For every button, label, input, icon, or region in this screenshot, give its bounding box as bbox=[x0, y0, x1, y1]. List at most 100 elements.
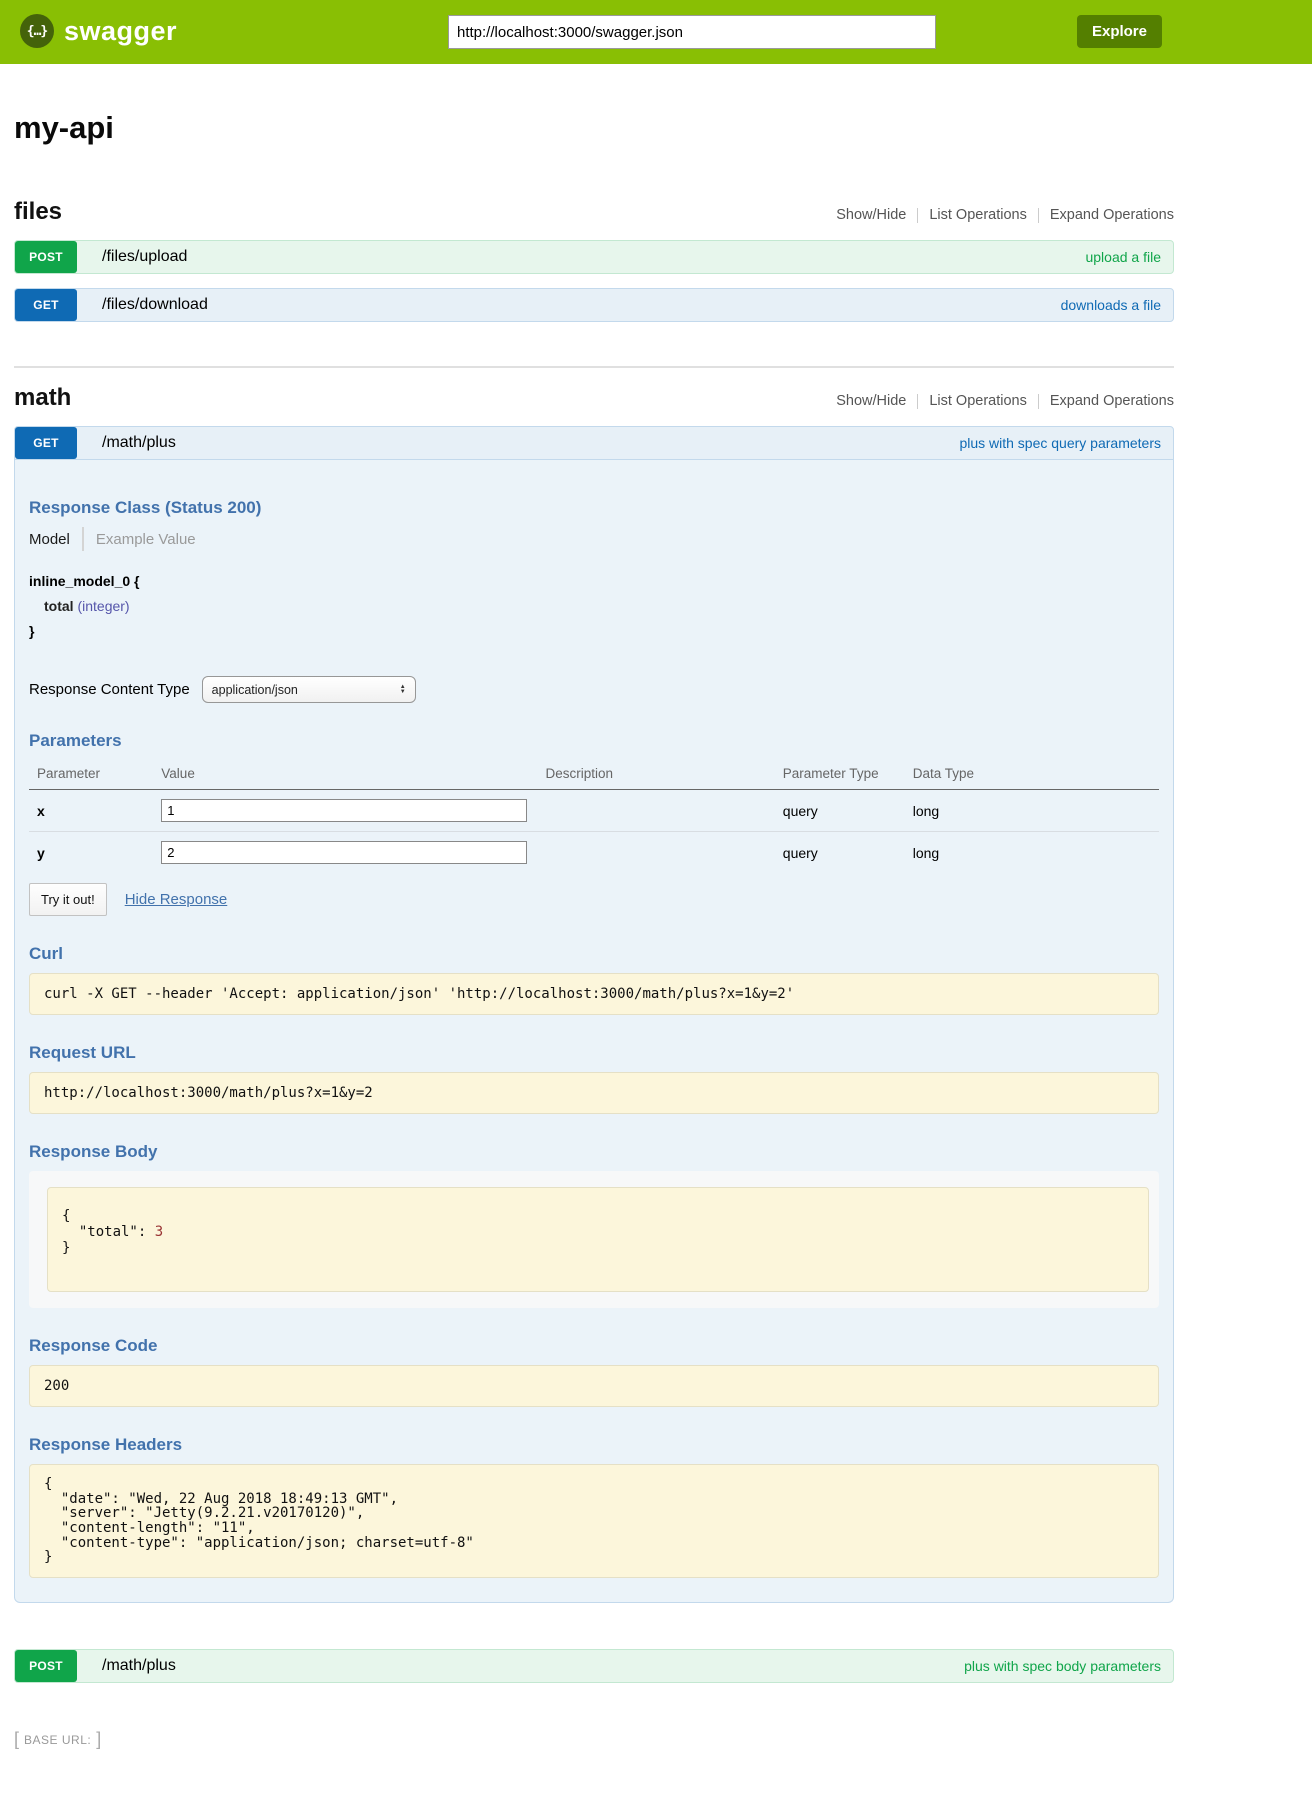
col-header-parameter-type: Parameter Type bbox=[775, 760, 905, 790]
parameters-heading: Parameters bbox=[29, 731, 1159, 751]
param-type-cell: query bbox=[775, 832, 905, 874]
param-description-cell bbox=[537, 832, 774, 874]
curl-command: curl -X GET --header 'Accept: applicatio… bbox=[44, 986, 1144, 1002]
param-data-type-cell: long bbox=[905, 832, 1159, 874]
page-title: my-api bbox=[14, 110, 1174, 146]
link-separator bbox=[1038, 208, 1039, 223]
try-it-out-row: Try it out! Hide Response bbox=[29, 883, 1159, 916]
col-header-data-type: Data Type bbox=[905, 760, 1159, 790]
select-spinner-arrows-icon: ▲▼ bbox=[400, 685, 406, 695]
model-signature-close: } bbox=[29, 619, 1159, 644]
json-close-brace: } bbox=[62, 1240, 70, 1256]
operation-row-get-math-plus[interactable]: GET /math/plus plus with spec query para… bbox=[14, 426, 1174, 460]
param-y-value-input[interactable] bbox=[161, 841, 527, 864]
math-section-controls: Show/Hide List Operations Expand Operati… bbox=[836, 393, 1174, 409]
explore-button[interactable]: Explore bbox=[1077, 15, 1162, 48]
math-list-operations-link[interactable]: List Operations bbox=[929, 393, 1027, 409]
base-url-bracket-close: ] bbox=[96, 1729, 101, 1750]
post-method-badge[interactable]: POST bbox=[15, 241, 77, 273]
files-section-header: files Show/Hide List Operations Expand O… bbox=[14, 198, 1174, 226]
response-body-container: { "total": 3 } bbox=[29, 1171, 1159, 1308]
operation-path[interactable]: /math/plus bbox=[102, 1657, 176, 1675]
param-name: y bbox=[29, 832, 153, 874]
curl-heading: Curl bbox=[29, 944, 1159, 964]
json-total-key: "total": bbox=[62, 1224, 155, 1240]
operation-summary: upload a file bbox=[1085, 249, 1161, 265]
operation-summary: downloads a file bbox=[1061, 297, 1161, 313]
link-separator bbox=[917, 208, 918, 223]
response-body-heading: Response Body bbox=[29, 1142, 1159, 1162]
response-class-heading: Response Class (Status 200) bbox=[29, 498, 1159, 518]
files-section-controls: Show/Hide List Operations Expand Operati… bbox=[836, 207, 1174, 223]
param-type-cell: query bbox=[775, 790, 905, 832]
files-expand-operations-link[interactable]: Expand Operations bbox=[1050, 207, 1174, 223]
response-body-json: { "total": 3 } bbox=[62, 1208, 1134, 1256]
math-section-header: math Show/Hide List Operations Expand Op… bbox=[14, 384, 1174, 412]
math-section-title: math bbox=[14, 384, 71, 412]
model-signature: inline_model_0 { total (integer) } bbox=[29, 569, 1159, 644]
response-code: 200 bbox=[44, 1378, 1144, 1394]
files-list-operations-link[interactable]: List Operations bbox=[929, 207, 1027, 223]
content-wrap: my-api files Show/Hide List Operations E… bbox=[14, 110, 1174, 1810]
tab-model[interactable]: Model bbox=[29, 531, 70, 548]
model-property-name: total bbox=[44, 598, 74, 614]
files-show-hide-link[interactable]: Show/Hide bbox=[836, 207, 906, 223]
math-expand-operations-link[interactable]: Expand Operations bbox=[1050, 393, 1174, 409]
param-data-type-cell: long bbox=[905, 790, 1159, 832]
model-property-type: (integer) bbox=[77, 598, 129, 614]
hide-response-link[interactable]: Hide Response bbox=[125, 891, 228, 908]
base-url-label: BASE URL: bbox=[24, 1733, 91, 1747]
base-url-footer: [ BASE URL: ] bbox=[14, 1729, 1174, 1750]
base-url-bracket-open: [ bbox=[14, 1729, 19, 1750]
col-header-value: Value bbox=[153, 760, 537, 790]
swagger-logo: {…} swagger bbox=[20, 14, 177, 48]
operation-path[interactable]: /math/plus bbox=[102, 434, 176, 452]
get-method-badge[interactable]: GET bbox=[15, 427, 77, 459]
operation-summary: plus with spec body parameters bbox=[964, 1658, 1161, 1674]
link-separator bbox=[1038, 394, 1039, 409]
request-url-box: http://localhost:3000/math/plus?x=1&y=2 bbox=[29, 1072, 1159, 1114]
files-section-title: files bbox=[14, 198, 62, 226]
request-url-heading: Request URL bbox=[29, 1043, 1159, 1063]
curl-command-box: curl -X GET --header 'Accept: applicatio… bbox=[29, 973, 1159, 1015]
param-name: x bbox=[29, 790, 153, 832]
operation-row-post-math-plus[interactable]: POST /math/plus plus with spec body para… bbox=[14, 1649, 1174, 1683]
operation-summary: plus with spec query parameters bbox=[959, 435, 1161, 451]
swagger-braces-icon: {…} bbox=[20, 14, 54, 48]
spec-url-input[interactable] bbox=[448, 15, 936, 49]
parameters-table: Parameter Value Description Parameter Ty… bbox=[29, 760, 1159, 873]
operation-row-get-files-download[interactable]: GET /files/download downloads a file bbox=[14, 288, 1174, 322]
operation-row-post-files-upload[interactable]: POST /files/upload upload a file bbox=[14, 240, 1174, 274]
get-method-badge[interactable]: GET bbox=[15, 289, 77, 321]
operation-detail-panel: Response Class (Status 200) Model Exampl… bbox=[14, 460, 1174, 1603]
response-code-heading: Response Code bbox=[29, 1336, 1159, 1356]
json-open-brace: { bbox=[62, 1208, 70, 1224]
col-header-parameter: Parameter bbox=[29, 760, 153, 790]
tab-divider bbox=[82, 527, 84, 551]
link-separator bbox=[917, 394, 918, 409]
response-content-type-select[interactable]: application/json ▲▼ bbox=[202, 676, 416, 703]
parameter-row-y: y query long bbox=[29, 832, 1159, 874]
param-x-value-input[interactable] bbox=[161, 799, 527, 822]
response-content-type-value: application/json bbox=[212, 683, 298, 697]
col-header-description: Description bbox=[537, 760, 774, 790]
operation-path[interactable]: /files/upload bbox=[102, 248, 187, 266]
operation-path[interactable]: /files/download bbox=[102, 296, 208, 314]
request-url: http://localhost:3000/math/plus?x=1&y=2 bbox=[44, 1085, 1144, 1101]
response-body-box: { "total": 3 } bbox=[47, 1187, 1149, 1292]
brand-name: swagger bbox=[64, 16, 177, 47]
parameters-header-row: Parameter Value Description Parameter Ty… bbox=[29, 760, 1159, 790]
header-bar: {…} swagger Explore bbox=[0, 0, 1312, 64]
tab-example-value[interactable]: Example Value bbox=[96, 531, 196, 548]
try-it-out-button[interactable]: Try it out! bbox=[29, 883, 107, 916]
response-code-box: 200 bbox=[29, 1365, 1159, 1407]
parameter-row-x: x query long bbox=[29, 790, 1159, 832]
response-headers-json: { "date": "Wed, 22 Aug 2018 18:49:13 GMT… bbox=[44, 1477, 1144, 1565]
response-content-type-row: Response Content Type application/json ▲… bbox=[29, 676, 1159, 703]
param-description-cell bbox=[537, 790, 774, 832]
post-method-badge[interactable]: POST bbox=[15, 1650, 77, 1682]
json-total-value: 3 bbox=[155, 1224, 163, 1240]
math-show-hide-link[interactable]: Show/Hide bbox=[836, 393, 906, 409]
response-headers-box: { "date": "Wed, 22 Aug 2018 18:49:13 GMT… bbox=[29, 1464, 1159, 1578]
section-divider bbox=[14, 366, 1174, 368]
